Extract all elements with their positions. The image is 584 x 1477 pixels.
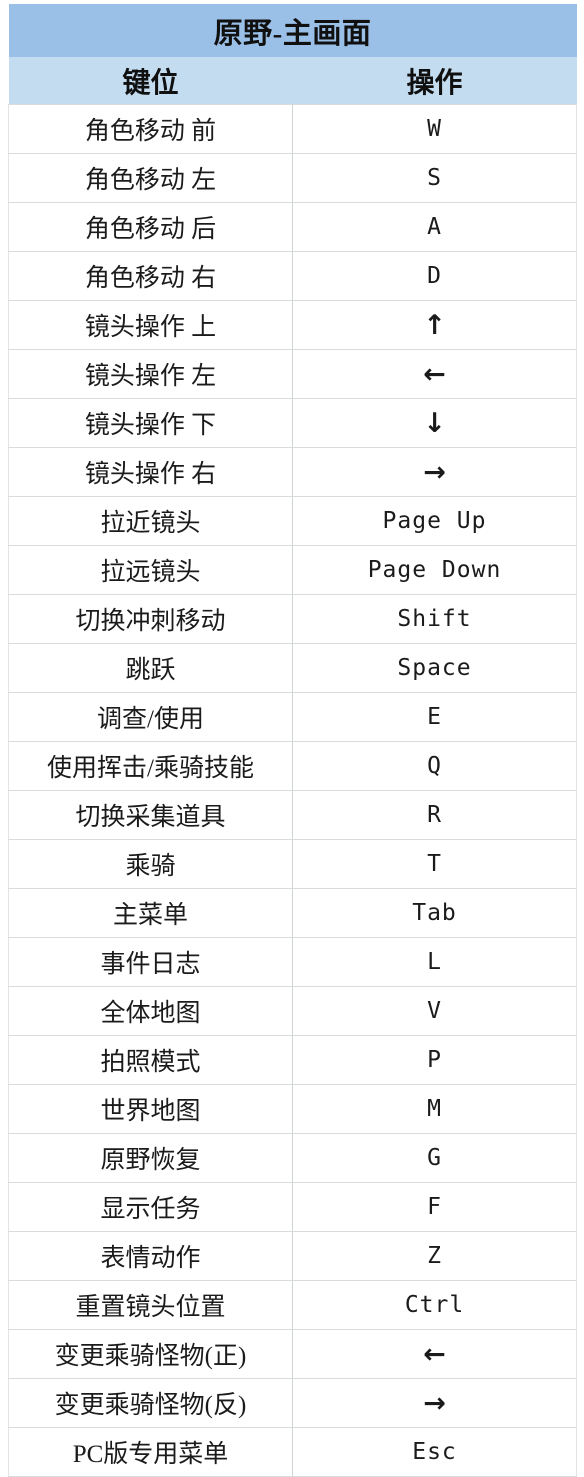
- table-row: 拍照模式 P: [8, 1035, 578, 1085]
- action-label: 使用挥击/乘骑技能: [8, 741, 293, 791]
- action-label: 乘骑: [8, 839, 293, 889]
- action-label: 镜头操作 左: [8, 349, 293, 399]
- action-label: 原野恢复: [8, 1133, 293, 1183]
- key-label: F: [292, 1182, 578, 1232]
- key-label: Z: [292, 1231, 578, 1281]
- action-label: 世界地图: [8, 1084, 293, 1134]
- action-label: 主菜单: [8, 888, 293, 938]
- table-row: 切换冲刺移动 Shift: [8, 594, 578, 644]
- table-row: 主菜单 Tab: [8, 888, 578, 938]
- table-row: 镜头操作 左 ←: [8, 349, 578, 399]
- keybind-sheet: 原野-主画面 键位 操作 角色移动 前 W 角色移动 左 S 角色移动 后 A 角色移动 右…: [0, 0, 584, 1477]
- key-label: L: [292, 937, 578, 987]
- action-label: 跳跃: [8, 643, 293, 693]
- key-label: Page Up: [292, 496, 578, 546]
- action-label: 镜头操作 上: [8, 300, 293, 350]
- table-row: 拉远镜头 Page Down: [8, 545, 578, 595]
- action-label: 全体地图: [8, 986, 293, 1036]
- action-label: 切换采集道具: [8, 790, 293, 840]
- table-row: 镜头操作 右 →: [8, 447, 578, 497]
- column-header-key: 操作: [292, 57, 577, 105]
- key-label: W: [292, 104, 578, 154]
- key-label: G: [292, 1133, 578, 1183]
- table-row: 角色移动 后A: [8, 202, 578, 252]
- table-row: 跳跃 Space: [8, 643, 578, 693]
- table-row: 变更乘骑怪物(反) →: [8, 1378, 578, 1428]
- action-label: 角色移动 前: [8, 104, 293, 154]
- table-row: 镜头操作 上 ↑: [8, 300, 578, 350]
- table-row: 使用挥击/乘骑技能 Q: [8, 741, 578, 791]
- table-row: 重置镜头位置 Ctrl: [8, 1280, 578, 1330]
- action-label: 拍照模式: [8, 1035, 293, 1085]
- table-row: 事件日志 L: [8, 937, 578, 987]
- arrow-up-icon: ↑: [292, 300, 578, 350]
- key-label: Ctrl: [292, 1280, 578, 1330]
- key-label: V: [292, 986, 578, 1036]
- table-row: PC版专用菜单 Esc: [8, 1427, 578, 1477]
- table-row: 乘骑 T: [8, 839, 578, 889]
- table-row: 角色移动 右D: [8, 251, 578, 301]
- action-label: 角色移动 左: [8, 153, 293, 203]
- table-row: 切换采集道具 R: [8, 790, 578, 840]
- key-label: S: [292, 153, 578, 203]
- table-row: 显示任务 F: [8, 1182, 578, 1232]
- action-label: 角色移动 右: [8, 251, 293, 301]
- action-label: 镜头操作 下: [8, 398, 293, 448]
- keybind-table: 原野-主画面 键位 操作 角色移动 前 W 角色移动 左 S 角色移动 后 A 角色移动 右…: [8, 4, 578, 1477]
- table-title-row: 原野-主画面: [8, 4, 577, 57]
- action-label: 拉近镜头: [8, 496, 293, 546]
- table-row: 变更乘骑怪物(正) ←: [8, 1329, 578, 1379]
- table-row: 角色移动 前W: [8, 104, 578, 154]
- column-header-action: 键位: [8, 57, 293, 105]
- action-label: 调查/使用: [8, 692, 293, 742]
- action-label: 表情动作: [8, 1231, 293, 1281]
- arrow-left-icon: ←: [292, 349, 578, 399]
- key-label: P: [292, 1035, 578, 1085]
- table-row: 全体地图 V: [8, 986, 578, 1036]
- table-row: 调查/使用 E: [8, 692, 578, 742]
- action-label: 显示任务: [8, 1182, 293, 1232]
- page-title: 原野-主画面: [8, 4, 577, 57]
- table-body: 原野-主画面 键位 操作 角色移动 前 W 角色移动 左 S 角色移动 后 A 角色移动 右…: [8, 4, 578, 1477]
- key-label: R: [292, 790, 578, 840]
- action-label: 角色移动 后: [8, 202, 293, 252]
- action-label: PC版专用菜单: [8, 1427, 293, 1477]
- action-label: 变更乘骑怪物(反): [8, 1378, 293, 1428]
- table-row: 世界地图 M: [8, 1084, 578, 1134]
- key-label: Q: [292, 741, 578, 791]
- table-row: 角色移动 左S: [8, 153, 578, 203]
- table-row: 原野恢复 G: [8, 1133, 578, 1183]
- key-label: Tab: [292, 888, 578, 938]
- action-label: 重置镜头位置: [8, 1280, 293, 1330]
- key-label: Page Down: [292, 545, 578, 595]
- key-label: E: [292, 692, 578, 742]
- key-label: Shift: [292, 594, 578, 644]
- action-label: 变更乘骑怪物(正): [8, 1329, 293, 1379]
- arrow-left-icon: ←: [292, 1329, 578, 1379]
- action-label: 拉远镜头: [8, 545, 293, 595]
- key-label: Esc: [292, 1427, 578, 1477]
- table-row: 镜头操作 下 ↓: [8, 398, 578, 448]
- key-label: M: [292, 1084, 578, 1134]
- table-row: 表情动作 Z: [8, 1231, 578, 1281]
- key-label: Space: [292, 643, 578, 693]
- arrow-down-icon: ↓: [292, 398, 578, 448]
- key-label: A: [292, 202, 578, 252]
- table-row: 拉近镜头 Page Up: [8, 496, 578, 546]
- key-label: D: [292, 251, 578, 301]
- table-column-header-row: 键位 操作: [8, 57, 577, 105]
- arrow-right-icon: →: [292, 1378, 578, 1428]
- action-label: 镜头操作 右: [8, 447, 293, 497]
- action-label: 切换冲刺移动: [8, 594, 293, 644]
- key-label: T: [292, 839, 578, 889]
- arrow-right-icon: →: [292, 447, 578, 497]
- action-label: 事件日志: [8, 937, 293, 987]
